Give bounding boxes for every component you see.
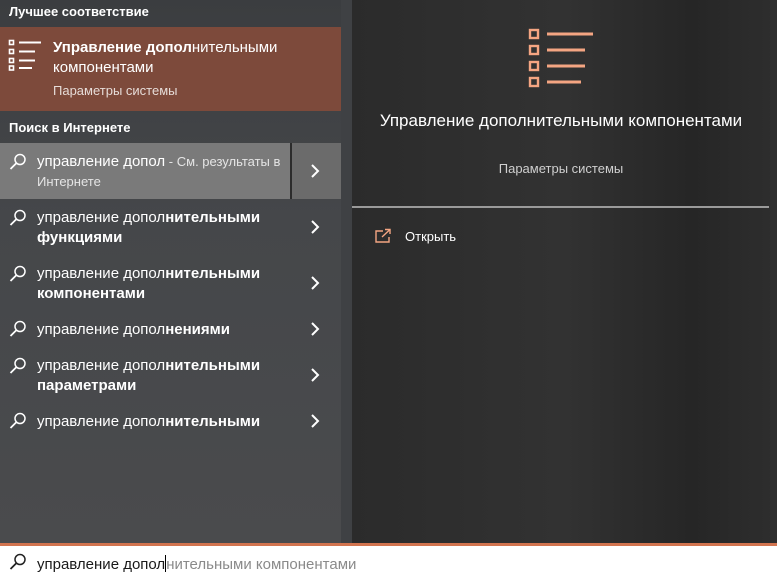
list-settings-icon — [528, 28, 593, 88]
web-result-row[interactable]: управление дополнениями — [0, 311, 341, 347]
chevron-right-icon[interactable] — [309, 220, 321, 234]
row-divider — [290, 143, 292, 199]
results-pane: Лучшее соответствие Управление дополните… — [0, 0, 341, 543]
preview-subtitle: Параметры системы — [498, 161, 624, 176]
best-match-title: Управление дополнительными компонентами — [53, 39, 278, 76]
open-action[interactable]: Открыть — [374, 228, 494, 248]
search-icon — [9, 209, 26, 226]
web-result-text: управление дополнительными параметрами — [37, 357, 261, 394]
search-icon — [9, 153, 26, 170]
list-settings-icon — [8, 39, 41, 71]
chevron-right-icon[interactable] — [309, 414, 321, 428]
web-search-header: Поиск в Интернете — [9, 120, 131, 135]
web-result-row[interactable]: управление дополнительными компонентами — [0, 255, 341, 311]
web-result-row[interactable]: управление дополнительными параметрами — [0, 347, 341, 403]
web-result-text: управление дополнениями — [37, 321, 230, 338]
best-match-item[interactable]: Управление дополнительными компонентами … — [0, 27, 341, 111]
chevron-right-icon[interactable] — [309, 276, 321, 290]
best-match-header: Лучшее соответствие — [9, 4, 149, 19]
web-result-text: управление дополнительными — [37, 413, 261, 430]
preview-separator — [352, 206, 769, 208]
open-icon — [375, 228, 391, 243]
web-result-text: управление дополнительными функциями — [37, 209, 261, 246]
open-label: Открыть — [405, 229, 457, 244]
search-autocomplete: нительными компонентами — [166, 556, 357, 573]
web-result-text: управление допол - См. результаты в Инте… — [37, 153, 281, 189]
search-icon — [9, 357, 26, 374]
chevron-right-icon[interactable] — [309, 164, 321, 178]
search-icon — [9, 320, 26, 337]
pane-gap — [341, 0, 352, 543]
best-match-subtitle: Параметры системы — [53, 83, 178, 98]
web-result-row[interactable]: управление допол - См. результаты в Инте… — [0, 143, 341, 199]
search-icon — [9, 265, 26, 282]
preview-title: Управление дополнительными компонентами — [379, 111, 743, 130]
chevron-right-icon[interactable] — [309, 368, 321, 382]
web-result-row[interactable]: управление дополнительными функциями — [0, 199, 341, 255]
web-result-text: управление дополнительными компонентами — [37, 265, 261, 302]
search-input[interactable]: управление дополнительными компонентами — [37, 555, 356, 573]
preview-pane: Управление дополнительными компонентами … — [352, 0, 777, 543]
chevron-right-icon[interactable] — [309, 322, 321, 336]
search-bar[interactable]: управление дополнительными компонентами — [0, 546, 777, 580]
search-icon — [9, 412, 26, 429]
web-result-row[interactable]: управление дополнительными — [0, 403, 341, 439]
search-icon — [9, 553, 26, 570]
